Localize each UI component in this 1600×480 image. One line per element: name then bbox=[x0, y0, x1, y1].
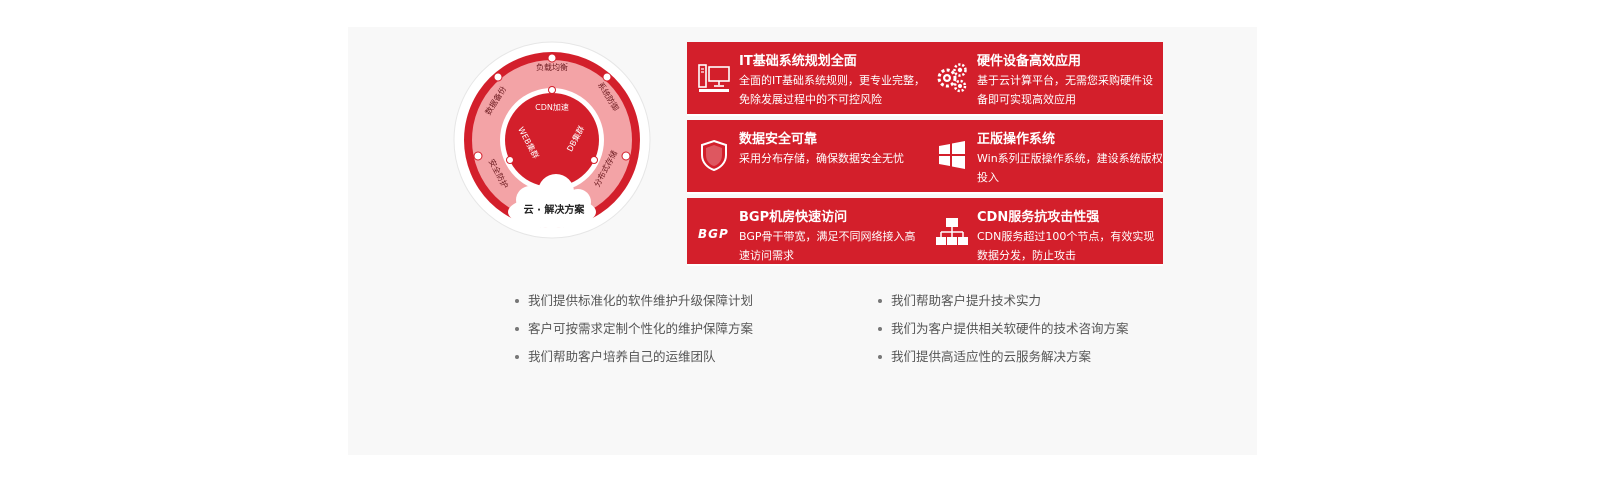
cloud-solution-diagram: 负载均衡 数据备份 系统防御 安全防护 分布式存储 CDN加速 WEB集群 DB… bbox=[453, 41, 651, 239]
list-item-text: 我们为客户提供相关软硬件的技术咨询方案 bbox=[891, 321, 1129, 336]
list-item: 我们提供标准化的软件维护升级保障计划 bbox=[512, 293, 753, 321]
feature-cdn: CDN服务抗攻击性强 CDN服务超过100个节点，有效实现数据分发，防止攻击 bbox=[925, 198, 1163, 264]
bullet-dot bbox=[878, 327, 882, 331]
center-label: 云 · 解决方案 bbox=[524, 203, 586, 216]
gears-icon bbox=[937, 63, 967, 93]
svg-text:BGP: BGP bbox=[698, 227, 729, 241]
feature-row: IT基础系统规划全面 全面的IT基础系统规则，更专业完整，免除发展过程中的不可控… bbox=[687, 42, 1163, 116]
ring-dot bbox=[602, 72, 612, 82]
list-item: 我们提供高适应性的云服务解决方案 bbox=[875, 349, 1129, 377]
feature-title: 硬件设备高效应用 bbox=[977, 54, 1082, 69]
service-list-left: 我们提供标准化的软件维护升级保障计划 客户可按需求定制个性化的维护保障方案 我们… bbox=[512, 293, 753, 377]
feature-title: CDN服务抗攻击性强 bbox=[977, 210, 1100, 225]
list-item: 我们帮助客户提升技术实力 bbox=[875, 293, 1129, 321]
feature-row: 数据安全可靠 采用分布存储，确保数据安全无忧 正版操作系统 Win系列正版操作系… bbox=[687, 120, 1163, 194]
list-item-text: 我们提供高适应性的云服务解决方案 bbox=[891, 349, 1092, 364]
feature-hardware: 硬件设备高效应用 基于云计算平台，无需您采购硬件设备即可实现高效应用 bbox=[925, 42, 1163, 114]
feature-title: IT基础系统规划全面 bbox=[739, 54, 857, 69]
feature-desc: BGP骨干带宽，满足不同网络接入高速访问需求 bbox=[739, 230, 916, 262]
bullet-dot bbox=[878, 299, 882, 303]
ring-dot bbox=[548, 86, 556, 94]
list-item: 我们为客户提供相关软硬件的技术咨询方案 bbox=[875, 321, 1129, 349]
feature-title: 数据安全可靠 bbox=[739, 132, 818, 147]
list-item-text: 我们帮助客户提升技术实力 bbox=[891, 293, 1042, 308]
bgp-logo-icon: BGP bbox=[698, 227, 729, 241]
windows-icon bbox=[939, 141, 965, 169]
feature-desc: Win系列正版操作系统，建设系统版权投入 bbox=[977, 152, 1163, 184]
feature-data-security: 数据安全可靠 采用分布存储，确保数据安全无忧 bbox=[687, 120, 925, 192]
feature-it-planning: IT基础系统规划全面 全面的IT基础系统规则，更专业完整，免除发展过程中的不可控… bbox=[687, 42, 925, 114]
list-item: 我们帮助客户培养自己的运维团队 bbox=[512, 349, 753, 377]
feature-title: 正版操作系统 bbox=[977, 132, 1056, 147]
shield-icon bbox=[701, 139, 727, 172]
network-icon bbox=[936, 218, 968, 245]
feature-bgp: BGP BGP机房快速访问 BGP骨干带宽，满足不同网络接入高速访问需求 bbox=[687, 198, 925, 264]
ring-dot bbox=[547, 53, 557, 63]
bullet-dot bbox=[515, 299, 519, 303]
ring-dot bbox=[621, 151, 631, 161]
bullet-dot bbox=[515, 327, 519, 331]
bullet-dot bbox=[878, 355, 882, 359]
feature-title: BGP机房快速访问 bbox=[739, 210, 848, 225]
list-item-text: 客户可按需求定制个性化的维护保障方案 bbox=[528, 321, 754, 336]
ring-dot bbox=[506, 156, 514, 164]
ring-dot bbox=[473, 151, 483, 161]
list-item: 客户可按需求定制个性化的维护保障方案 bbox=[512, 321, 753, 349]
feature-genuine-os: 正版操作系统 Win系列正版操作系统，建设系统版权投入 bbox=[925, 120, 1163, 192]
feature-grid: IT基础系统规划全面 全面的IT基础系统规则，更专业完整，免除发展过程中的不可控… bbox=[687, 42, 1163, 266]
service-list-right: 我们帮助客户提升技术实力 我们为客户提供相关软硬件的技术咨询方案 我们提供高适应… bbox=[875, 293, 1129, 377]
list-item-text: 我们帮助客户培养自己的运维团队 bbox=[528, 349, 716, 364]
ring-dot bbox=[493, 72, 503, 82]
computer-icon bbox=[698, 64, 730, 92]
list-item-text: 我们提供标准化的软件维护升级保障计划 bbox=[528, 293, 754, 308]
inner-label-cdn: CDN加速 bbox=[535, 102, 569, 112]
feature-desc: 采用分布存储，确保数据安全无忧 bbox=[739, 152, 904, 165]
feature-desc: 基于云计算平台，无需您采购硬件设备即可实现高效应用 bbox=[977, 74, 1153, 106]
bullet-dot bbox=[515, 355, 519, 359]
feature-row: BGP BGP机房快速访问 BGP骨干带宽，满足不同网络接入高速访问需求 CDN… bbox=[687, 198, 1163, 266]
ring-dot bbox=[590, 156, 598, 164]
outer-label-load-balance: 负载均衡 bbox=[536, 62, 568, 72]
feature-desc: 全面的IT基础系统规则，更专业完整，免除发展过程中的不可控风险 bbox=[739, 74, 925, 106]
feature-desc: CDN服务超过100个节点，有效实现数据分发，防止攻击 bbox=[977, 230, 1155, 262]
